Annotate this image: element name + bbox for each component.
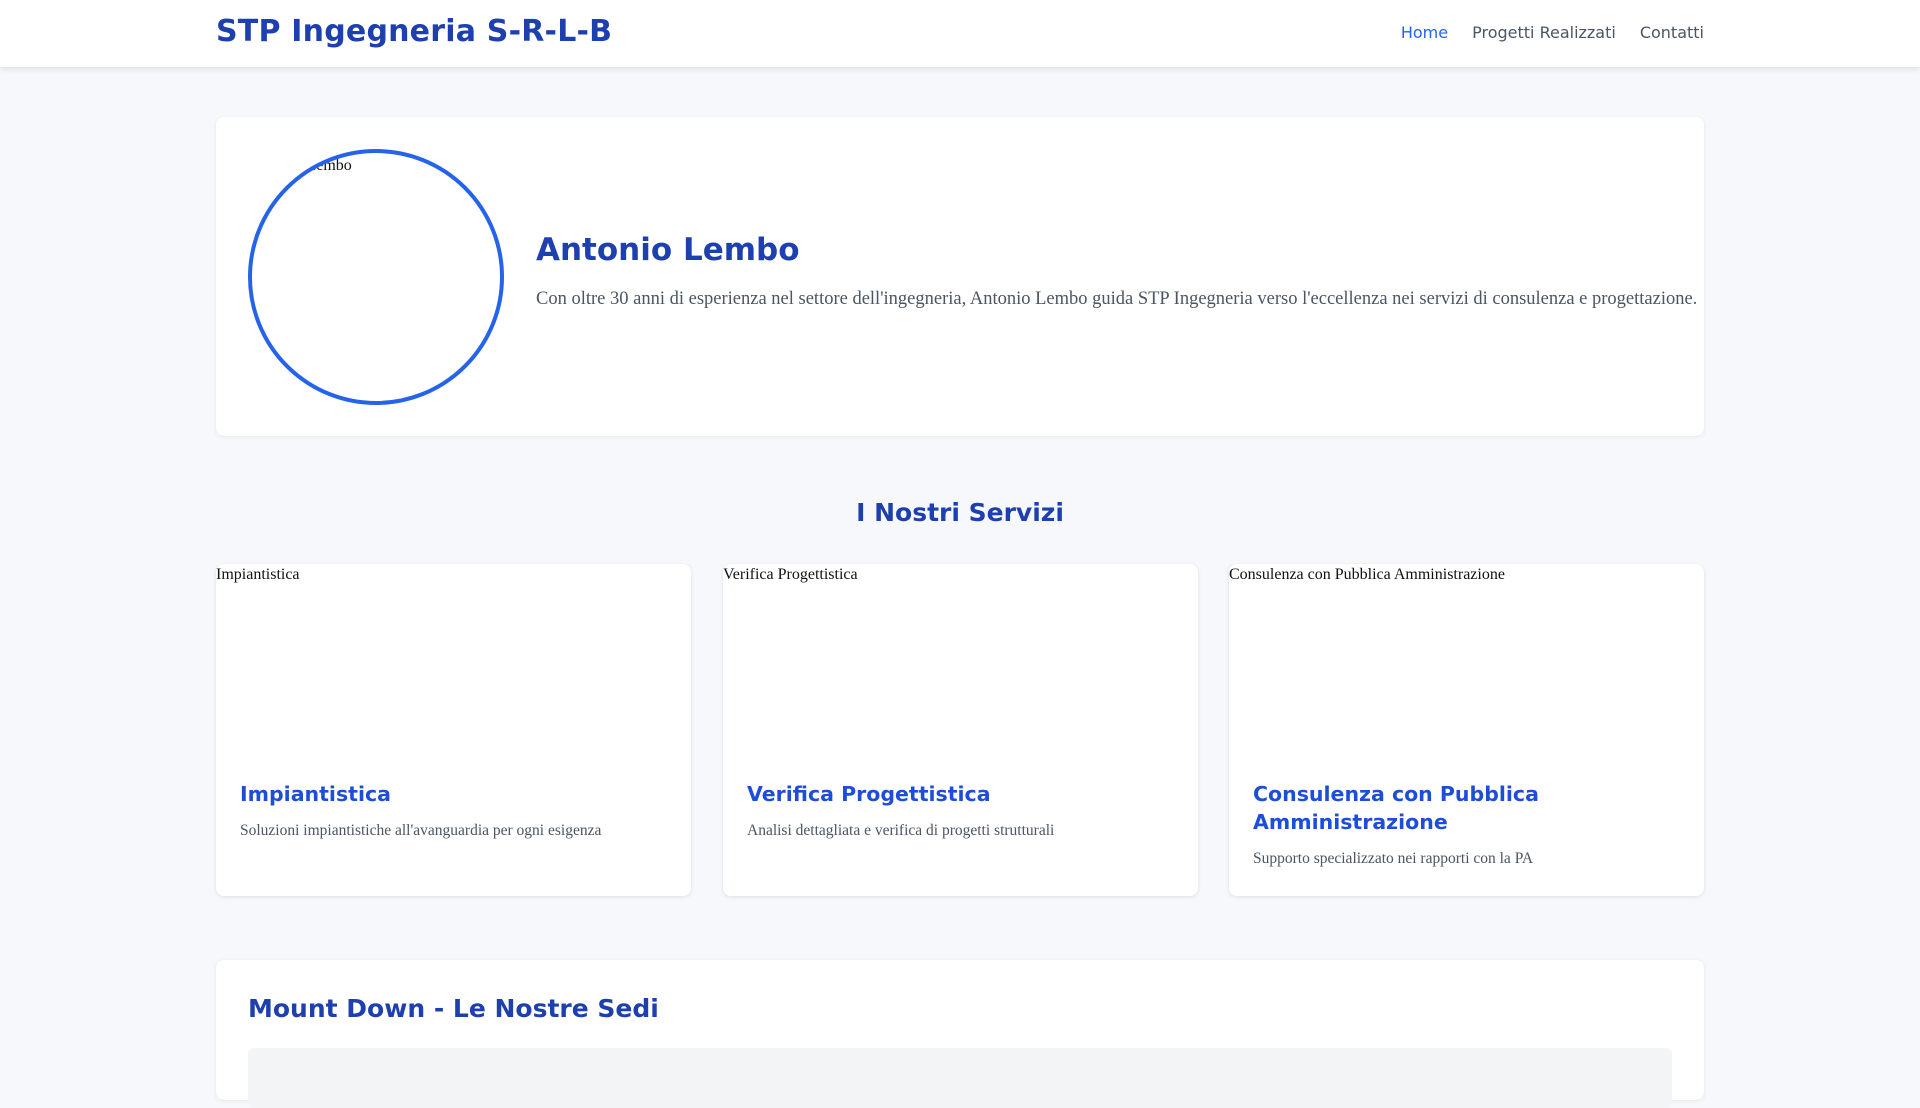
site-header: STP Ingegneria S-R-L-B Home Progetti Rea… xyxy=(0,0,1920,67)
service-title: Verifica Progettistica xyxy=(747,782,991,806)
service-title: Consulenza con Pubblica Amministrazione xyxy=(1253,782,1539,834)
service-description: Analisi dettagliata e verifica di proget… xyxy=(747,822,1055,839)
service-description: Supporto specializzato nei rapporti con … xyxy=(1253,850,1534,867)
profile-bio: Con oltre 30 anni di esperienza nel sett… xyxy=(536,289,1698,309)
nav-link-progetti[interactable]: Progetti Realizzati xyxy=(1472,23,1616,42)
service-image: Verifica Progettistica xyxy=(723,564,1198,756)
service-image: Consulenza con Pubblica Amministrazione xyxy=(1229,564,1704,756)
profile-avatar: Antonio Lembo xyxy=(248,149,504,405)
locations-card: Mount Down - Le Nostre Sedi xyxy=(216,960,1704,1108)
service-card-verifica[interactable]: Verifica Progettistica Verifica Progetti… xyxy=(723,564,1198,896)
nav-link-home[interactable]: Home xyxy=(1401,23,1448,42)
main-nav: Home Progetti Realizzati Contatti xyxy=(1401,23,1704,42)
service-card-impiantistica[interactable]: Impiantistica Impiantistica Soluzioni im… xyxy=(216,564,691,896)
locations-heading: Mount Down - Le Nostre Sedi xyxy=(248,994,659,1023)
service-image-alt-text: Verifica Progettistica xyxy=(723,566,858,583)
profile-card: Antonio Lembo Antonio Lembo Con oltre 30… xyxy=(216,117,1704,436)
profile-name: Antonio Lembo xyxy=(536,232,800,268)
service-image: Impiantistica xyxy=(216,564,691,756)
service-title: Impiantistica xyxy=(240,782,391,806)
locations-map[interactable] xyxy=(248,1048,1672,1108)
nav-link-contatti[interactable]: Contatti xyxy=(1640,23,1704,42)
brand-logo[interactable]: STP Ingegneria S-R-L-B xyxy=(216,14,612,49)
service-image-alt-text: Impiantistica xyxy=(216,566,300,583)
service-image-alt-text: Consulenza con Pubblica Amministrazione xyxy=(1229,566,1505,583)
service-description: Soluzioni impiantistiche all'avanguardia… xyxy=(240,822,602,839)
services-heading: I Nostri Servizi xyxy=(856,498,1064,527)
service-card-consulenza[interactable]: Consulenza con Pubblica Amministrazione … xyxy=(1229,564,1704,896)
avatar-alt-text: Antonio Lembo xyxy=(250,157,352,174)
